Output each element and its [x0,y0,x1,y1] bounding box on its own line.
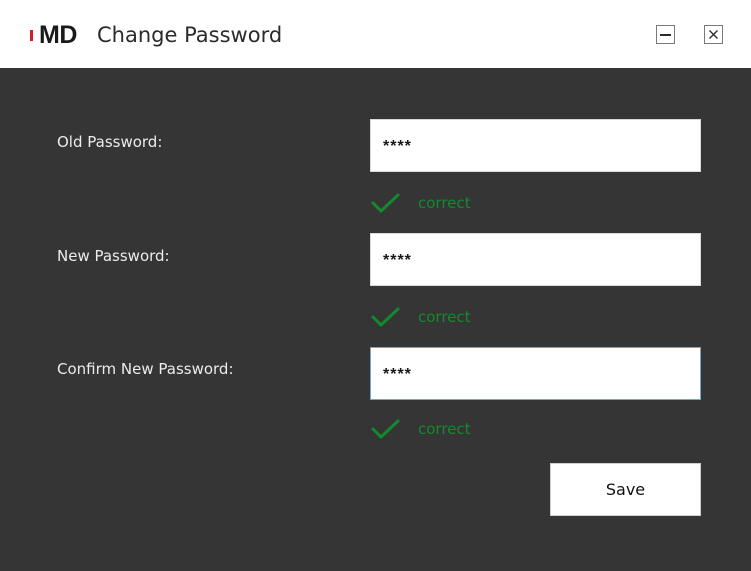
old-password-input[interactable] [370,119,701,172]
new-password-status-text: correct [418,308,471,326]
window-title: Change Password [97,23,283,47]
new-password-status: correct [371,306,471,328]
logo-text: MD [39,21,77,49]
confirm-password-status-text: correct [418,420,471,438]
logo-accent-bar [30,30,33,41]
close-icon [709,30,718,39]
checkmark-icon [371,307,400,327]
checkmark-icon [371,419,400,439]
new-password-input[interactable] [370,233,701,286]
app-logo: MD [30,22,77,48]
confirm-password-label: Confirm New Password: [57,360,234,378]
old-password-label: Old Password: [57,133,163,151]
old-password-status: correct [371,192,471,214]
old-password-status-text: correct [418,194,471,212]
confirm-password-input[interactable] [370,347,701,400]
new-password-label: New Password: [57,247,170,265]
save-button[interactable]: Save [550,463,701,516]
change-password-window: MD Change Password Old Password: correct… [0,0,751,571]
confirm-password-status: correct [371,418,471,440]
close-button[interactable] [704,25,723,44]
checkmark-icon [371,193,400,213]
minimize-button[interactable] [656,25,675,44]
title-bar: MD Change Password [0,0,751,68]
